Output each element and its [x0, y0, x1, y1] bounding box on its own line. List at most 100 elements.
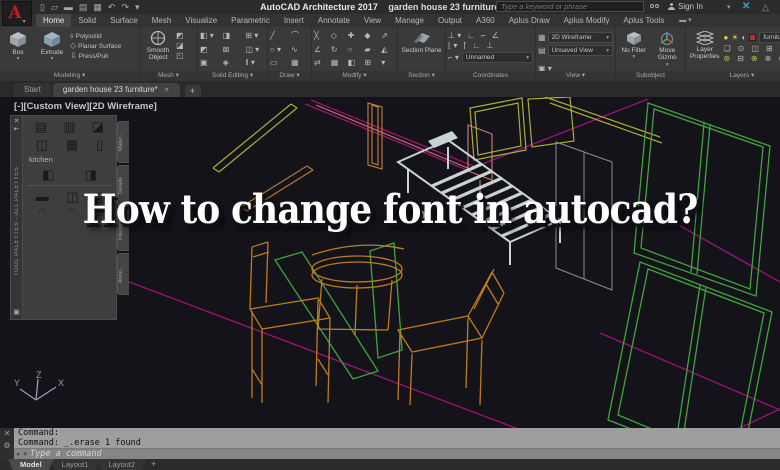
modify-tool-icon[interactable]: ◆ [364, 32, 378, 44]
palette-item-arc[interactable]: ◠ [38, 207, 46, 217]
palette-tab-materials[interactable]: Mater... [117, 121, 129, 163]
help-search-input[interactable] [496, 1, 644, 12]
layer-on-bulb-icon[interactable]: ● [724, 34, 729, 42]
modify-tool-icon[interactable]: ⇗ [381, 32, 395, 44]
command-recent-caret-icon[interactable]: ▾ [24, 450, 28, 458]
solid-editing-tool-icon[interactable]: ◩ [200, 46, 220, 58]
palette-item-cabinet-tall[interactable]: ▥ [63, 119, 75, 134]
layer-tool-icon[interactable]: ❏ [724, 45, 731, 53]
palette-item-table[interactable]: ◨ [85, 167, 97, 182]
ucs-tool-icon[interactable]: ⊥ [486, 42, 493, 50]
search-binoculars-icon[interactable] [650, 2, 662, 12]
panel-label-mesh[interactable]: Mesh ▾ [140, 71, 197, 81]
command-customize-icon[interactable]: ⚙ [3, 442, 10, 450]
ribbon-tab-surface[interactable]: Surface [103, 14, 145, 27]
ribbon-tab-solid[interactable]: Solid [71, 14, 103, 27]
modify-tool-icon[interactable]: ⊞ [364, 59, 378, 71]
ucs-tool-icon[interactable]: ⌈ [463, 42, 466, 50]
qat-dropdown-icon[interactable]: ▾ [135, 2, 140, 12]
ribbon-tab-view[interactable]: View [357, 14, 388, 27]
modify-tool-icon[interactable]: ◧ [348, 59, 362, 71]
layer-tool-icon[interactable]: ⊟ [737, 55, 744, 63]
visual-style-dropdown[interactable]: 2D Wireframe ▾ [548, 32, 613, 43]
panel-label-solid-editing[interactable]: Solid Editing ▾ [198, 71, 267, 81]
modify-tool-icon[interactable]: ◇ [331, 32, 345, 44]
panel-label-modify[interactable]: Modify ▾ [312, 71, 397, 81]
file-tab-drawing[interactable]: garden house 23 furniture*✕ [53, 83, 180, 97]
press-pull-button[interactable]: ⇩Press/Pull [70, 52, 121, 60]
palette-item-cabinet[interactable]: ▤ [35, 119, 47, 134]
modify-tool-icon[interactable]: ✚ [348, 32, 362, 44]
palette-item-base-cabinet[interactable]: ◫ [36, 137, 48, 152]
palette-item-arc[interactable]: ◠ [68, 207, 76, 217]
sign-in-button[interactable]: Sign In [668, 2, 703, 11]
palette-item-bench[interactable]: ▬ [36, 189, 49, 204]
named-view-dropdown[interactable]: Unsaved View ▾ [548, 45, 613, 56]
draw-polyline-icon[interactable]: ∿ [291, 46, 309, 58]
command-history[interactable]: Command: Command: _.erase 1 found [14, 428, 780, 448]
application-menu-button[interactable]: A ▾ [2, 1, 32, 26]
palette-item-sink[interactable]: ◪ [92, 119, 104, 134]
layer-tool-icon[interactable]: ⊙ [738, 45, 745, 53]
modify-tool-icon[interactable]: ∠ [314, 46, 328, 58]
panel-label-view[interactable]: View ▾ [536, 71, 615, 81]
ucs-tool-icon[interactable]: ∟ [472, 42, 480, 50]
smooth-object-button[interactable]: Smooth Object [142, 29, 174, 71]
layer-tool-icon[interactable]: ⊕ [751, 55, 758, 63]
viewport-config-icon[interactable]: ▣ ▾ [538, 64, 552, 71]
layer-properties-button[interactable]: Layer Properties [688, 29, 722, 71]
layout-tab-layout1[interactable]: Layout1 [50, 459, 101, 470]
mesh-tool-icon[interactable]: ◪ [176, 42, 184, 50]
ribbon-tab-home[interactable]: Home [36, 14, 71, 27]
ribbon-tab-insert[interactable]: Insert [277, 14, 311, 27]
palette-item-cabinet-3d[interactable]: ◫ [66, 189, 78, 204]
file-tab-start[interactable]: Start [14, 83, 51, 97]
command-input[interactable] [30, 449, 780, 459]
mesh-tool-icon[interactable]: ◰ [176, 52, 184, 60]
ribbon-tab-visualize[interactable]: Visualize [178, 14, 224, 27]
draw-circle-icon[interactable]: ○ ▾ [270, 46, 288, 58]
solid-editing-tool-icon[interactable]: ◈ [223, 59, 243, 71]
ucs-tool-icon[interactable]: ⌊ ▾ [448, 42, 457, 50]
undo-icon[interactable]: ↶ [108, 2, 116, 12]
solid-editing-tool-icon[interactable]: ⊞ ▾ [245, 32, 265, 44]
layer-color-swatch[interactable] [749, 34, 756, 41]
modify-tool-icon[interactable]: ◭ [381, 46, 395, 58]
ribbon-tab-output[interactable]: Output [431, 14, 469, 27]
a360-exchange-icon[interactable]: ✕ [742, 1, 750, 12]
viewport-controls[interactable]: [-][Custom View][2D Wireframe] [14, 101, 157, 112]
modify-tool-icon[interactable]: ⇄ [314, 59, 328, 71]
modify-tool-icon[interactable]: ▾ [381, 59, 395, 71]
palette-tab-annotation[interactable]: Anno... [117, 253, 129, 295]
solid-editing-tool-icon[interactable]: ‖ ▾ [245, 59, 265, 71]
autodesk-app-icon[interactable]: △ [762, 2, 769, 13]
new-drawing-tab-button[interactable]: + [185, 85, 201, 97]
section-plane-button[interactable]: Section Plane [401, 29, 443, 71]
no-filter-button[interactable]: No Filter▾ [618, 29, 650, 71]
layer-tool-icon[interactable]: ⊗ [765, 55, 772, 63]
modify-tool-icon[interactable]: ↻ [331, 46, 345, 58]
solid-editing-tool-icon[interactable]: ◧ ▾ [200, 32, 220, 44]
draw-rectangle-icon[interactable]: ▭ [270, 59, 288, 71]
ribbon-tab-annotate[interactable]: Annotate [311, 14, 357, 27]
solid-editing-tool-icon[interactable]: ⊠ [223, 46, 243, 58]
new-file-icon[interactable]: ▯ [40, 2, 45, 12]
close-tab-icon[interactable]: ✕ [164, 87, 170, 94]
mesh-tool-icon[interactable]: ◩ [176, 32, 184, 40]
layer-lock-icon[interactable]: ◐ [742, 34, 747, 42]
plot-icon[interactable]: ▦ [93, 2, 102, 12]
modify-tool-icon[interactable]: ▰ [364, 46, 378, 58]
panel-label-modeling[interactable]: Modeling ▾ [0, 71, 139, 81]
ucs-tool-icon[interactable]: ∠ [492, 32, 499, 40]
palette-close-icon[interactable]: ✕ [14, 118, 20, 126]
ribbon-tab-aplus-modify[interactable]: Aplus Modify [557, 14, 617, 27]
ucs-tool-icon[interactable]: ⊥ ▾ [448, 32, 461, 40]
palette-item-wardrobe[interactable]: ◧ [42, 167, 54, 182]
open-file-icon[interactable]: ▱ [51, 2, 58, 12]
move-gizmo-button[interactable]: Move Gizmo▾ [652, 29, 684, 71]
layer-dropdown[interactable]: furniture ▾ [759, 32, 780, 43]
ribbon-tab-parametric[interactable]: Parametric [224, 14, 277, 27]
layer-tool-icon[interactable]: ◫ [751, 45, 759, 53]
solid-editing-tool-icon[interactable]: ▣ [200, 59, 220, 71]
modify-tool-icon[interactable]: ▦ [331, 59, 345, 71]
